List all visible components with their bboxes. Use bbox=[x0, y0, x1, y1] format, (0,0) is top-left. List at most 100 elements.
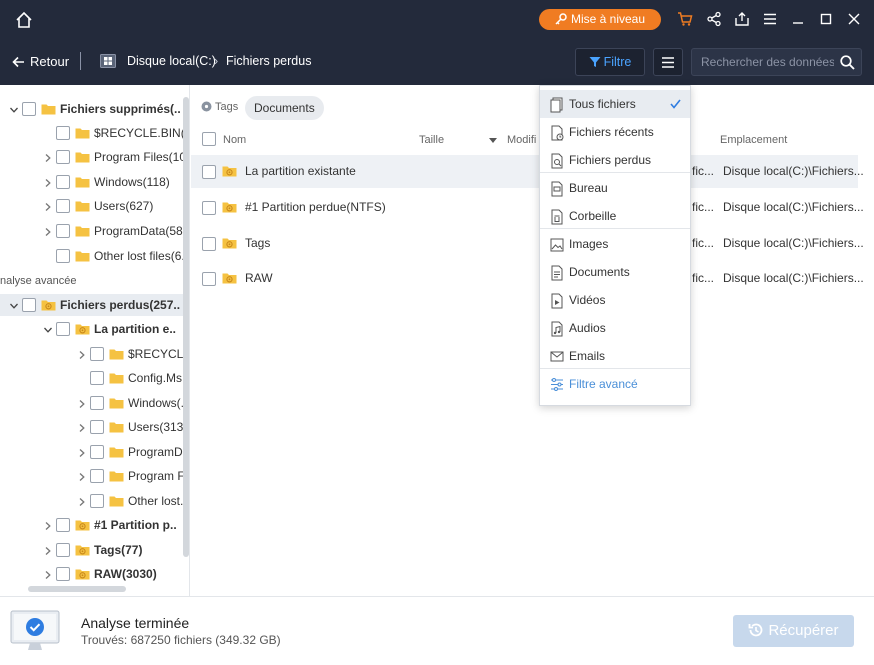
tree-item-checkbox[interactable] bbox=[90, 396, 104, 410]
maximize-icon[interactable] bbox=[818, 11, 834, 27]
tree-item-checkbox[interactable] bbox=[56, 322, 70, 336]
tree-item[interactable]: Fichiers supprimés(.. bbox=[0, 98, 183, 120]
tree-item[interactable]: Program Files(10.. bbox=[0, 146, 189, 168]
chevron-right-icon[interactable] bbox=[78, 424, 86, 432]
tree-item[interactable]: ProgramData(58) bbox=[0, 220, 187, 242]
tree-item[interactable]: #1 Partition p.. bbox=[0, 514, 183, 536]
tree-item[interactable]: ProgramD. bbox=[0, 441, 186, 463]
file-row[interactable]: RAW fic... Disque local(C:)\Fichiers... bbox=[191, 262, 864, 295]
tree-item-checkbox[interactable] bbox=[90, 445, 104, 459]
tree-item-checkbox[interactable] bbox=[56, 199, 70, 213]
filter-option[interactable]: Tous fichiers bbox=[540, 90, 690, 118]
file-row[interactable]: #1 Partition perdue(NTFS) fic... Disque lo… bbox=[191, 191, 864, 224]
tree-item[interactable]: Other lost. bbox=[0, 490, 183, 512]
search-input[interactable] bbox=[692, 49, 834, 75]
file-row-checkbox[interactable] bbox=[202, 201, 216, 215]
chevron-right-icon[interactable] bbox=[78, 400, 86, 408]
tree-item-checkbox[interactable] bbox=[56, 224, 70, 238]
sort-down-icon[interactable] bbox=[489, 138, 497, 143]
tree-item[interactable]: Config.Ms. bbox=[0, 367, 185, 389]
close-icon[interactable] bbox=[846, 11, 862, 27]
filter-option[interactable]: Fichiers récents bbox=[540, 118, 690, 146]
back-button[interactable]: Retour bbox=[12, 53, 69, 71]
file-row[interactable]: La partition existante fic... Disque local… bbox=[191, 155, 864, 188]
view-menu-button[interactable] bbox=[653, 48, 683, 76]
recover-button[interactable]: Récupérer bbox=[733, 615, 854, 647]
column-header-size[interactable]: Taille bbox=[419, 134, 444, 146]
upgrade-button[interactable]: Mise à niveau bbox=[539, 9, 661, 30]
tree-horizontal-scrollbar[interactable] bbox=[28, 586, 126, 592]
tree-item[interactable]: Fichiers perdus(257.. bbox=[0, 294, 183, 316]
search-icon[interactable] bbox=[840, 55, 855, 70]
chevron-right-icon[interactable] bbox=[44, 522, 52, 530]
tree-item[interactable]: Windows(.. bbox=[0, 392, 187, 414]
file-row-checkbox[interactable] bbox=[202, 237, 216, 251]
filter-option[interactable]: Emails bbox=[540, 342, 690, 370]
chevron-down-icon[interactable] bbox=[44, 326, 52, 334]
share-icon[interactable] bbox=[706, 11, 722, 27]
chevron-down-icon[interactable] bbox=[10, 302, 18, 310]
filter-option[interactable]: Bureau bbox=[540, 174, 690, 202]
tree-item[interactable]: $RECYCLE.BIN(6) bbox=[0, 122, 189, 144]
file-row-checkbox[interactable] bbox=[202, 165, 216, 179]
select-all-checkbox[interactable] bbox=[202, 132, 216, 146]
tree-item-checkbox[interactable] bbox=[56, 567, 70, 581]
tree-item[interactable]: Windows(118) bbox=[0, 171, 183, 193]
chevron-right-icon[interactable] bbox=[78, 449, 86, 457]
export-icon[interactable] bbox=[734, 11, 750, 27]
minimize-icon[interactable] bbox=[790, 11, 806, 27]
file-row-checkbox[interactable] bbox=[202, 272, 216, 286]
tree-item-checkbox[interactable] bbox=[22, 298, 36, 312]
filter-option[interactable]: Images bbox=[540, 230, 690, 258]
column-header-name[interactable]: Nom bbox=[223, 134, 246, 146]
filter-option[interactable]: Filtre avancé bbox=[540, 370, 690, 398]
cart-icon[interactable] bbox=[677, 11, 693, 27]
tree-item[interactable]: Tags(77) bbox=[0, 539, 183, 561]
filter-option[interactable]: Audios bbox=[540, 314, 690, 342]
tree-item-checkbox[interactable] bbox=[22, 102, 36, 116]
tree-item-checkbox[interactable] bbox=[56, 175, 70, 189]
tree-item-checkbox[interactable] bbox=[90, 494, 104, 508]
chevron-right-icon[interactable] bbox=[44, 571, 52, 579]
tree-item-checkbox[interactable] bbox=[56, 150, 70, 164]
filter-option[interactable]: Vidéos bbox=[540, 286, 690, 314]
filter-option[interactable]: Corbeille bbox=[540, 202, 690, 230]
filter-option[interactable]: Documents bbox=[540, 258, 690, 286]
chevron-right-icon[interactable] bbox=[44, 228, 52, 236]
column-header-location[interactable]: Emplacement bbox=[720, 134, 787, 146]
chevron-down-icon[interactable] bbox=[10, 106, 18, 114]
chevron-right-icon[interactable] bbox=[78, 351, 86, 359]
filter-button[interactable]: Filtre bbox=[575, 48, 645, 76]
tree-item-checkbox[interactable] bbox=[90, 420, 104, 434]
filter-option[interactable]: Fichiers perdus bbox=[540, 146, 690, 174]
breadcrumb-disk[interactable]: Disque local(C:) bbox=[127, 53, 216, 69]
tree-item[interactable]: La partition e.. bbox=[0, 318, 183, 340]
partition-folder-icon bbox=[222, 273, 237, 284]
tree-item[interactable]: RAW(3030) bbox=[0, 563, 183, 585]
tree-item-checkbox[interactable] bbox=[90, 347, 104, 361]
tree-item[interactable]: $RECYCLE. bbox=[0, 343, 189, 365]
tree-vertical-scrollbar[interactable] bbox=[183, 97, 189, 557]
chevron-right-icon[interactable] bbox=[44, 179, 52, 187]
tree-item-checkbox[interactable] bbox=[56, 543, 70, 557]
chevron-right-icon[interactable] bbox=[44, 154, 52, 162]
hamburger-icon[interactable] bbox=[762, 11, 778, 27]
chevron-right-icon[interactable] bbox=[44, 203, 52, 211]
chevron-right-icon[interactable] bbox=[44, 547, 52, 555]
breadcrumb-lost-files[interactable]: Fichiers perdus bbox=[226, 53, 311, 69]
column-header-modified[interactable]: Modifi bbox=[507, 134, 536, 146]
home-icon[interactable] bbox=[14, 10, 34, 30]
chevron-right-icon[interactable] bbox=[78, 498, 86, 506]
documents-tag-chip[interactable]: Documents bbox=[245, 96, 324, 120]
tree-item[interactable]: Other lost files(6.. bbox=[0, 245, 188, 267]
file-row[interactable]: Tags fic... Disque local(C:)\Fichiers... bbox=[191, 227, 864, 260]
tree-item-checkbox[interactable] bbox=[90, 469, 104, 483]
tree-item[interactable]: Program F bbox=[0, 465, 185, 487]
tree-item-checkbox[interactable] bbox=[56, 126, 70, 140]
tree-item-checkbox[interactable] bbox=[56, 518, 70, 532]
tree-item[interactable]: Users(313) bbox=[0, 416, 187, 438]
tree-item-checkbox[interactable] bbox=[90, 371, 104, 385]
tree-item[interactable]: Users(627) bbox=[0, 195, 183, 217]
tree-item-checkbox[interactable] bbox=[56, 249, 70, 263]
chevron-right-icon[interactable] bbox=[78, 473, 86, 481]
